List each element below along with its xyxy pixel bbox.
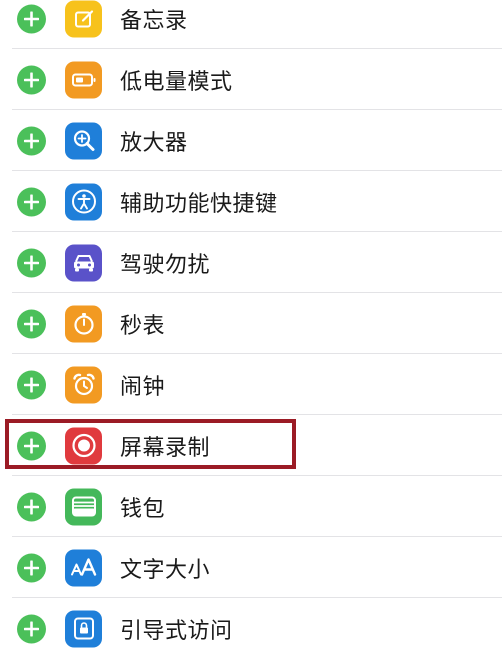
list-item-notes[interactable]: 备忘录 <box>0 0 502 49</box>
list-item-label: 钱包 <box>120 496 166 522</box>
add-icon[interactable] <box>17 248 46 277</box>
list-item-label: 备忘录 <box>120 8 188 34</box>
add-icon[interactable] <box>17 370 46 399</box>
list-item-alarm[interactable]: 闹钟 <box>0 354 502 415</box>
add-icon[interactable] <box>17 126 46 155</box>
list-item-magnifier[interactable]: 放大器 <box>0 110 502 171</box>
list-item-text-size[interactable]: 文字大小 <box>0 537 502 598</box>
add-icon[interactable] <box>17 65 46 94</box>
list-item-label: 驾驶勿扰 <box>120 252 211 278</box>
notes-icon <box>65 0 102 37</box>
add-icon[interactable] <box>17 309 46 338</box>
add-icon[interactable] <box>17 431 46 460</box>
car-icon <box>65 244 102 281</box>
text-size-icon <box>65 549 102 586</box>
add-icon[interactable] <box>17 4 46 33</box>
guided-access-icon <box>65 610 102 647</box>
list-item-do-not-disturb-while-driving[interactable]: 驾驶勿扰 <box>0 232 502 293</box>
list-item-label: 屏幕录制 <box>120 435 211 461</box>
list-item-stopwatch[interactable]: 秒表 <box>0 293 502 354</box>
battery-icon <box>65 61 102 98</box>
list-item-screen-recording[interactable]: 屏幕录制 <box>0 415 502 476</box>
list-item-wallet[interactable]: 钱包 <box>0 476 502 537</box>
add-icon[interactable] <box>17 187 46 216</box>
accessibility-icon <box>65 183 102 220</box>
add-icon[interactable] <box>17 553 46 582</box>
list-item-label: 辅助功能快捷键 <box>120 191 278 217</box>
control-center-more-controls-list: 备忘录 低电量模式 放大器 辅助功能快捷键 驾驶勿扰 秒表 闹钟 屏幕录制 钱包… <box>0 0 502 659</box>
wallet-icon <box>65 488 102 525</box>
magnifier-icon <box>65 122 102 159</box>
list-item-label: 秒表 <box>120 313 166 339</box>
list-item-label: 闹钟 <box>120 374 166 400</box>
list-item-accessibility-shortcut[interactable]: 辅助功能快捷键 <box>0 171 502 232</box>
list-item-label: 放大器 <box>120 130 188 156</box>
alarm-clock-icon <box>65 366 102 403</box>
add-icon[interactable] <box>17 614 46 643</box>
screen-record-icon <box>65 427 102 464</box>
stopwatch-icon <box>65 305 102 342</box>
list-item-low-power-mode[interactable]: 低电量模式 <box>0 49 502 110</box>
list-item-label: 引导式访问 <box>120 618 233 644</box>
list-item-label: 低电量模式 <box>120 69 233 95</box>
list-item-label: 文字大小 <box>120 557 211 583</box>
add-icon[interactable] <box>17 492 46 521</box>
list-item-guided-access[interactable]: 引导式访问 <box>0 598 502 659</box>
